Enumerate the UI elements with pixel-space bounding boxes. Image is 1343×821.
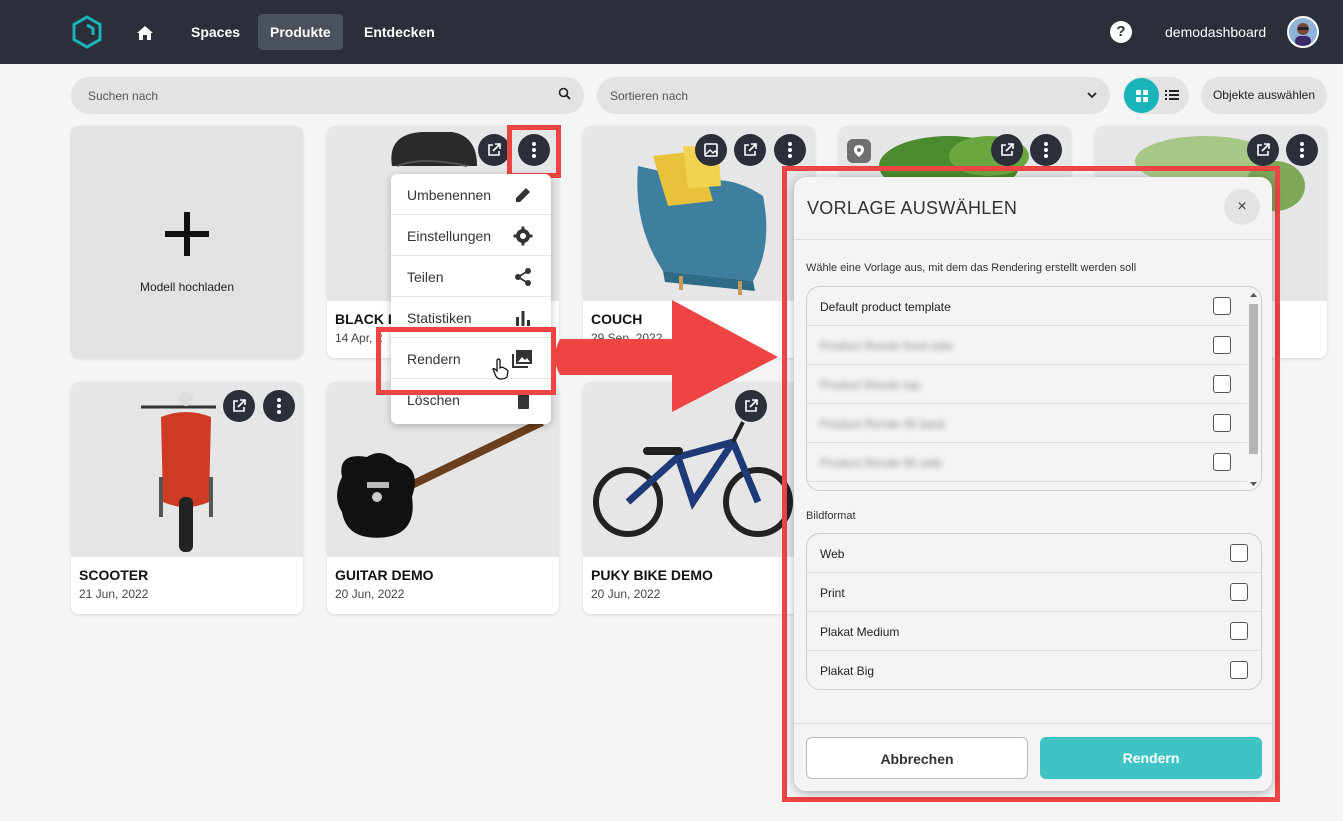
template-dialog: VORLAGE AUSWÄHLEN × Wähle eine Vorlage a…: [794, 177, 1272, 791]
scrollbar[interactable]: [1246, 287, 1261, 490]
nav-entdecken[interactable]: Entdecken: [352, 14, 447, 50]
dialog-instruction: Wähle eine Vorlage aus, mit dem das Rend…: [806, 262, 1137, 274]
template-checkbox[interactable]: [1213, 336, 1231, 354]
divider: [794, 723, 1272, 724]
pencil-icon: [513, 185, 533, 210]
template-label: Product Rende 90 side: [820, 456, 943, 470]
close-icon[interactable]: ×: [1224, 189, 1260, 225]
menu-item-label: Teilen: [407, 269, 444, 285]
format-checkbox[interactable]: [1230, 544, 1248, 562]
format-item[interactable]: Web: [807, 534, 1261, 573]
arrow-annotation: [550, 300, 780, 420]
open-external-icon[interactable]: [1247, 134, 1279, 166]
chevron-down-icon: [1086, 88, 1098, 106]
grid-icon[interactable]: [1124, 78, 1159, 113]
gear-icon: [513, 226, 533, 251]
format-checkbox[interactable]: [1230, 622, 1248, 640]
product-title: BLACK L: [335, 311, 397, 327]
highlight-box: [376, 327, 556, 395]
sort-select[interactable]: Sortieren nach: [597, 77, 1110, 114]
more-vert-icon[interactable]: [1030, 134, 1062, 166]
template-checkbox[interactable]: [1213, 375, 1231, 393]
search-icon[interactable]: [558, 87, 572, 106]
template-label: Product Rende front side: [820, 339, 953, 353]
share-icon: [513, 267, 533, 292]
template-checkbox[interactable]: [1213, 414, 1231, 432]
menu-item-label: Umbenennen: [407, 187, 492, 203]
format-label: Bildformat: [806, 510, 856, 522]
logo-icon[interactable]: [71, 15, 103, 49]
menu-item-umbenennen[interactable]: Umbenennen: [391, 174, 551, 215]
format-item[interactable]: Print: [807, 573, 1261, 612]
select-objects-button[interactable]: Objekte auswählen: [1201, 77, 1327, 114]
template-checkbox[interactable]: [1213, 297, 1231, 315]
image-icon[interactable]: [695, 134, 727, 166]
upload-card[interactable]: Modell hochladen: [71, 126, 303, 358]
template-checkbox[interactable]: [1213, 453, 1231, 471]
avatar[interactable]: [1287, 16, 1319, 48]
format-item-label: Print: [820, 586, 845, 600]
template-list: Default product template Product Rende f…: [806, 286, 1262, 491]
plus-icon: [164, 211, 210, 262]
menu-item-teilen[interactable]: Teilen: [391, 256, 551, 297]
open-external-icon[interactable]: [478, 134, 510, 166]
menu-item-label: Einstellungen: [407, 228, 492, 244]
format-item[interactable]: Plakat Big: [807, 651, 1261, 689]
template-item[interactable]: Product Rende top: [807, 365, 1247, 404]
format-checkbox[interactable]: [1230, 661, 1248, 679]
product-title: SCOOTER: [79, 567, 149, 583]
location-icon[interactable]: [847, 139, 871, 163]
product-title: GUITAR DEMO: [335, 567, 434, 583]
highlight-box: [507, 125, 561, 178]
format-item-label: Plakat Medium: [820, 625, 900, 639]
upload-label: Modell hochladen: [139, 280, 235, 294]
sort-placeholder: Sortieren nach: [610, 89, 689, 103]
format-item-label: Web: [820, 547, 845, 561]
template-item[interactable]: Default product template: [807, 287, 1247, 326]
template-label: Product Rende 45 back: [820, 417, 946, 431]
product-date: 21 Jun, 2022: [79, 587, 149, 601]
open-external-icon[interactable]: [991, 134, 1023, 166]
search-placeholder: Suchen nach: [88, 89, 159, 103]
render-button[interactable]: Rendern: [1040, 737, 1262, 779]
top-nav: Spaces Produkte Entdecken ? demodashboar…: [0, 0, 1343, 64]
home-icon[interactable]: [131, 19, 159, 47]
nav-produkte[interactable]: Produkte: [258, 14, 343, 50]
template-item[interactable]: Product Rende front side: [807, 326, 1247, 365]
format-item[interactable]: Plakat Medium: [807, 612, 1261, 651]
format-item-label: Plakat Big: [820, 664, 875, 678]
open-external-icon[interactable]: [734, 134, 766, 166]
list-icon[interactable]: [1163, 86, 1181, 109]
dialog-title: VORLAGE AUSWÄHLEN: [807, 198, 1018, 218]
product-title: PUKY BIKE DEMO: [591, 567, 713, 583]
template-label: Product Rende top: [820, 378, 921, 392]
more-vert-icon[interactable]: [774, 134, 806, 166]
product-card[interactable]: SCOOTER 21 Jun, 2022: [71, 382, 303, 614]
help-icon[interactable]: ?: [1110, 21, 1132, 43]
menu-item-label: Statistiken: [407, 310, 472, 326]
open-external-icon[interactable]: [223, 390, 255, 422]
username[interactable]: demodashboard: [1165, 24, 1266, 40]
search-input[interactable]: Suchen nach: [71, 77, 584, 114]
template-item[interactable]: Product Rende 90 side: [807, 443, 1247, 482]
format-checkbox[interactable]: [1230, 583, 1248, 601]
view-toggle: [1123, 77, 1189, 114]
scrollbar-thumb[interactable]: [1249, 304, 1258, 454]
divider: [794, 239, 1272, 240]
product-date: 20 Jun, 2022: [335, 587, 405, 601]
template-item[interactable]: Product Rende 45 back: [807, 404, 1247, 443]
product-date: 20 Jun, 2022: [591, 587, 661, 601]
cancel-button[interactable]: Abbrechen: [806, 737, 1028, 779]
nav-spaces[interactable]: Spaces: [179, 14, 252, 50]
format-list: Web Print Plakat Medium Plakat Big: [806, 533, 1262, 690]
menu-item-einstellungen[interactable]: Einstellungen: [391, 215, 551, 256]
more-vert-icon[interactable]: [1286, 134, 1318, 166]
more-vert-icon[interactable]: [263, 390, 295, 422]
template-label: Default product template: [820, 300, 951, 314]
